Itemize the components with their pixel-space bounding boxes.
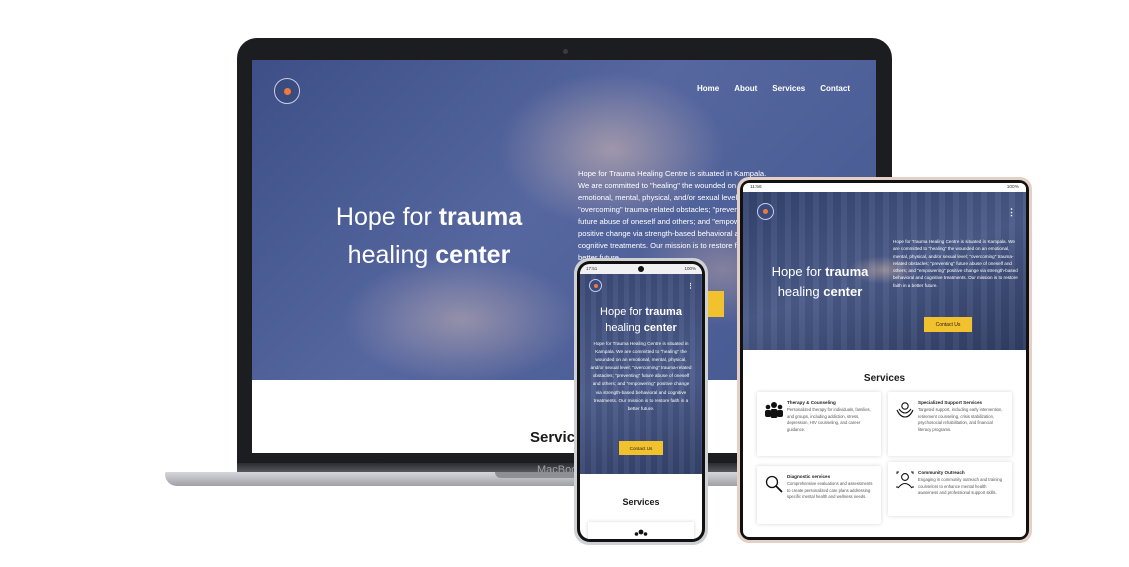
service-description: Targeted support, including early interv… [918, 407, 1003, 432]
laptop-hero-title: Hope for trauma healing center [335, 203, 523, 269]
phone-site-logo[interactable] [589, 279, 602, 292]
service-card-outreach[interactable]: Community Outreach Engaging in community… [888, 462, 1012, 516]
phone-service-card[interactable] [588, 522, 694, 539]
phone-screen: 17:51 100% ⋮ Hope for trauma healing cen… [580, 264, 702, 539]
phone-hero-paragraph: Hope for Trauma Healing Centre is situat… [590, 341, 692, 411]
group-icon [765, 402, 783, 418]
nav-home[interactable]: Home [697, 84, 719, 93]
support-hands-icon [896, 402, 914, 418]
phone-battery: 100% [684, 266, 696, 271]
outreach-icon [896, 471, 914, 489]
phone-hero-title: Hope for trauma healing center [600, 306, 682, 334]
service-title: Diagnostic services [787, 474, 831, 479]
service-description: Personalized therapy for individuals, fa… [787, 407, 871, 432]
kebab-menu-icon[interactable]: ⋮ [687, 282, 694, 290]
tablet-hero-paragraph: Hope for Trauma Healing Centre is situat… [893, 239, 1018, 288]
service-title: Therapy & Counseling [787, 400, 836, 405]
tablet-contact-button[interactable]: Contact Us [924, 317, 972, 332]
service-card-diagnostic[interactable]: Diagnostic services Comprehensive evalua… [757, 466, 881, 524]
phone-contact-button[interactable]: Contact Us [619, 441, 663, 455]
tablet-battery: 100% [1006, 185, 1019, 190]
service-description: Engaging in community outreach and train… [918, 477, 1003, 496]
service-card-specialized[interactable]: Specialized Support Services Targeted su… [888, 392, 1012, 456]
service-card-therapy[interactable]: Therapy & Counseling Personalized therap… [757, 392, 881, 456]
site-logo[interactable] [274, 78, 300, 104]
service-description: Comprehensive evaluations and assessment… [787, 481, 873, 500]
service-title: Specialized Support Services [918, 400, 983, 405]
tablet-services-heading: Services [863, 373, 906, 384]
logo-sun-icon [283, 87, 291, 95]
tablet-screen: 11:56 100% ⋮ Hope for trauma healing cen… [743, 183, 1026, 537]
tablet-time: 11:56 [750, 185, 762, 190]
group-icon [634, 529, 648, 536]
magnifier-icon [765, 475, 783, 493]
nav-services[interactable]: Services [772, 84, 805, 93]
service-title: Community Outreach [918, 470, 965, 475]
tablet-hero-title: Hope for trauma healing center [771, 264, 869, 299]
nav-contact[interactable]: Contact [820, 84, 850, 93]
tablet-status-bar: 11:56 100% [743, 183, 1026, 192]
tablet-site-logo[interactable] [757, 203, 774, 220]
kebab-menu-icon[interactable]: ⋮ [1007, 207, 1016, 218]
logo-sun-icon [763, 209, 768, 214]
logo-sun-icon [593, 283, 598, 288]
nav-about[interactable]: About [734, 84, 757, 93]
laptop-camera [563, 49, 568, 54]
laptop-nav: Home About Services Contact [697, 84, 850, 93]
laptop-services-heading: Servic [530, 429, 576, 446]
phone-time: 17:51 [586, 266, 598, 271]
phone-camera [638, 265, 644, 272]
phone-services-heading: Services [622, 497, 660, 507]
phone-status-bar: 17:51 100% [580, 264, 702, 274]
